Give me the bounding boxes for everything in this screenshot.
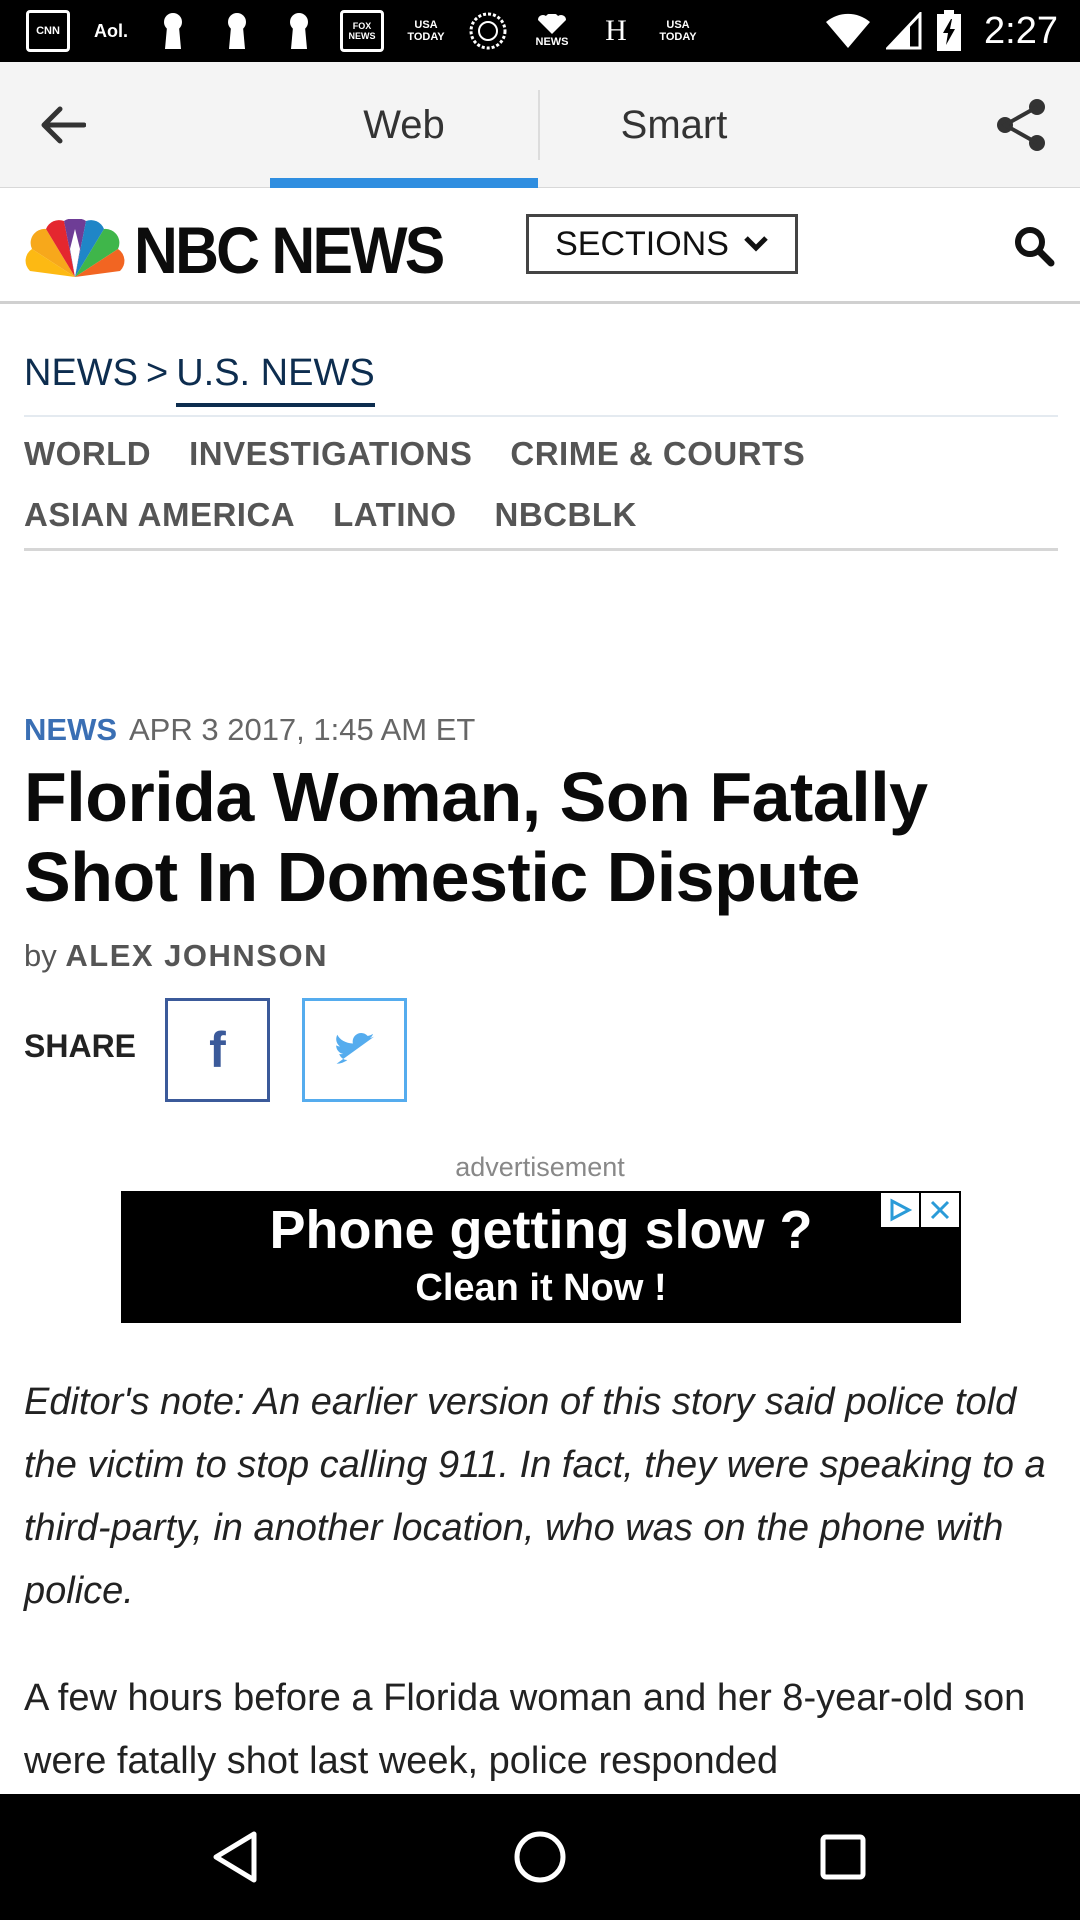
nav-home-button[interactable]: [505, 1822, 575, 1892]
author-link[interactable]: ALEX JOHNSON: [65, 938, 328, 973]
article-body-paragraph: A few hours before a Florida woman and h…: [24, 1677, 1026, 1782]
advertisement-label: advertisement: [455, 1152, 625, 1182]
peacock-icon: [25, 219, 125, 277]
share-button[interactable]: [988, 92, 1054, 158]
chevron-down-icon: [744, 236, 768, 252]
category-nav-row: ASIAN AMERICA LATINO NBCBLK: [24, 496, 637, 534]
search-button[interactable]: [1004, 216, 1064, 276]
circle-seal-icon: [466, 10, 510, 52]
keyhole-icon: [222, 10, 252, 52]
twitter-icon: [335, 1033, 374, 1064]
nav-recents-button[interactable]: [808, 1822, 878, 1892]
facebook-share-button[interactable]: f: [165, 998, 270, 1102]
ad-banner[interactable]: Phone getting slow ? Clean it Now !: [121, 1191, 961, 1323]
back-button[interactable]: [30, 92, 96, 158]
breadcrumb: NEWS > U.S. NEWS: [24, 352, 375, 407]
twitter-share-button[interactable]: [302, 998, 407, 1102]
logo-text: NBC NEWS: [134, 213, 445, 287]
ad-headline: Phone getting slow ?: [269, 1200, 813, 1260]
circle-home-icon: [514, 1831, 566, 1883]
cnn-icon: CNN: [26, 10, 70, 52]
signal-icon: [886, 12, 922, 50]
keyhole-icon: [284, 10, 314, 52]
breadcrumb-us-news[interactable]: U.S. NEWS: [176, 352, 375, 407]
category-nbcblk[interactable]: NBCBLK: [495, 496, 637, 534]
tab-web[interactable]: Web: [270, 62, 538, 188]
category-investigations[interactable]: INVESTIGATIONS: [189, 435, 472, 473]
breadcrumb-divider: [24, 415, 1058, 417]
article-headline: Florida Woman, Son Fatally Shot In Domes…: [24, 758, 928, 916]
article-section-link[interactable]: NEWS: [24, 712, 117, 748]
share-label: SHARE: [24, 1028, 137, 1064]
facebook-icon: f: [209, 1022, 226, 1078]
usa-today-icon: USA TODAY: [659, 19, 697, 43]
category-divider: [24, 548, 1058, 551]
sections-label: SECTIONS: [555, 224, 729, 263]
usa-today-icon: USA TODAY: [407, 19, 445, 43]
wifi-icon: [826, 13, 871, 48]
article-date: APR 3 2017, 1:45 AM ET: [129, 712, 476, 747]
nbc-news-logo[interactable]: NBC NEWS: [24, 212, 469, 288]
breadcrumb-news[interactable]: NEWS: [24, 352, 138, 407]
ad-choices-icon[interactable]: [881, 1193, 919, 1227]
site-header: NBC NEWS SECTIONS: [0, 188, 1080, 304]
byline: by ALEX JOHNSON: [24, 938, 328, 974]
category-asian-america[interactable]: ASIAN AMERICA: [24, 496, 295, 534]
category-world[interactable]: WORLD: [24, 435, 151, 473]
byline-prefix: by: [24, 938, 57, 973]
system-navigation-bar: [0, 1794, 1080, 1920]
ad-cta: Clean it Now !: [415, 1267, 667, 1309]
status-bar: CNN Aol. FOX NEWS USA TODAY NEWS H USA T…: [0, 0, 1080, 62]
category-crime-courts[interactable]: CRIME & COURTS: [510, 435, 805, 473]
square-recents-icon: [820, 1834, 866, 1880]
editors-note: Editor's note: An earlier version of thi…: [24, 1381, 1046, 1612]
fox-news-icon: FOX NEWS: [340, 10, 384, 52]
share-icon: [997, 99, 1045, 151]
clock: 2:27: [984, 9, 1058, 52]
article-meta: NEWS APR 3 2017, 1:45 AM ET: [24, 712, 475, 748]
ad-close-icon[interactable]: [921, 1193, 959, 1227]
browser-toolbar: Web Smart: [0, 62, 1080, 188]
triangle-back-icon: [213, 1831, 257, 1883]
tab-smart[interactable]: Smart: [540, 62, 808, 188]
system-indicators: 2:27: [824, 0, 1058, 62]
category-latino[interactable]: LATINO: [333, 496, 456, 534]
arrow-left-icon: [41, 106, 86, 144]
search-icon: [1015, 227, 1055, 267]
nav-back-button[interactable]: [200, 1822, 270, 1892]
sections-dropdown[interactable]: SECTIONS: [526, 214, 798, 274]
huffpost-icon: H: [605, 14, 627, 47]
keyhole-icon: [158, 10, 188, 52]
nbc-news-icon: NEWS: [528, 10, 576, 52]
category-nav-row: WORLD INVESTIGATIONS CRIME & COURTS: [24, 435, 805, 473]
active-tab-indicator: [270, 178, 538, 188]
battery-charging-icon: [937, 10, 962, 51]
breadcrumb-separator: >: [146, 352, 169, 394]
aol-icon: Aol.: [94, 20, 128, 41]
